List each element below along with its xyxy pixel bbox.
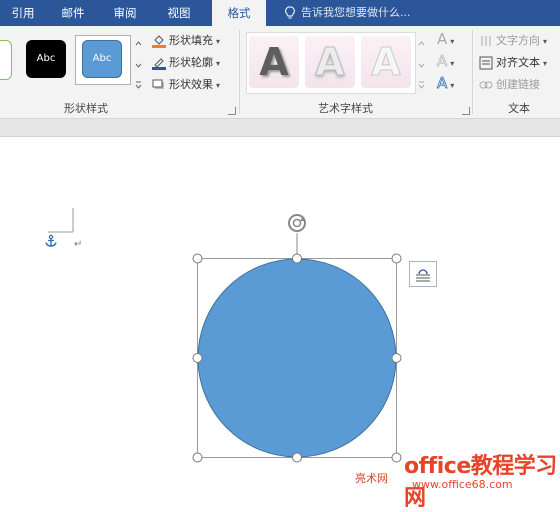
shape-effects-icon	[152, 79, 164, 89]
ribbon-bottom-strip	[0, 119, 560, 137]
group-label-text: 文本	[508, 102, 530, 115]
shape-effects-button[interactable]: 形状效果 ▾	[152, 76, 220, 94]
chevron-down-icon: ▾	[216, 59, 221, 68]
tab-format[interactable]: 格式	[212, 0, 266, 26]
dialog-launcher-icon[interactable]	[462, 107, 470, 115]
circle-shape[interactable]	[190, 251, 406, 467]
text-effects-icon: A	[437, 74, 448, 93]
paragraph-mark-icon: ↵	[74, 239, 83, 250]
text-fill-button[interactable]: A ▾	[437, 30, 465, 50]
wordart-style-3[interactable]: A	[361, 36, 411, 88]
tell-me-text: 告诉我您想要做什么...	[301, 6, 411, 19]
tab-view[interactable]: 视图	[162, 0, 196, 26]
style-tile-text: Abc	[36, 53, 56, 64]
group-label-shape-styles: 形状样式	[64, 102, 108, 115]
resize-handle	[192, 452, 203, 463]
group-separator	[472, 30, 473, 114]
style-tile-outline[interactable]	[0, 40, 12, 80]
resize-handle	[391, 353, 402, 363]
wordart-style-1[interactable]: A	[249, 36, 299, 88]
ribbon-tab-bar: 引用 邮件 审阅 视图 格式 告诉我您想要做什么...	[0, 0, 560, 26]
chevron-down-icon: ▾	[216, 81, 221, 90]
resize-handle	[192, 253, 203, 264]
style-gallery-scroller[interactable]	[133, 36, 144, 94]
text-fill-icon: A	[437, 30, 448, 48]
style-tile-text: Abc	[92, 53, 112, 64]
tab-references[interactable]: 引用	[6, 0, 40, 26]
layout-options-button[interactable]	[409, 261, 437, 287]
shape-fill-button[interactable]: 形状填充 ▾	[152, 32, 220, 50]
lightbulb-icon	[285, 6, 295, 19]
paint-bucket-icon	[152, 35, 166, 48]
chevron-down-icon: ▾	[216, 37, 221, 46]
resize-handle	[192, 353, 203, 363]
style-tile-black[interactable]: Abc	[26, 40, 66, 78]
group-label-wordart-styles: 艺术字样式	[318, 102, 373, 115]
group-separator	[239, 30, 240, 114]
watermark-prefix: 亮术网	[355, 472, 388, 485]
tab-mailings[interactable]: 邮件	[56, 0, 90, 26]
text-direction-icon	[481, 36, 491, 46]
ribbon: Abc Abc 形状填充 ▾ 形状轮廓 ▾ 形状效果 ▾ 形状样式 A A A …	[0, 26, 560, 119]
watermark-url: www.office68.com	[412, 478, 513, 491]
pen-icon	[152, 58, 166, 70]
link-icon	[479, 81, 493, 89]
text-effects-button[interactable]: A ▾	[437, 74, 465, 94]
align-text-icon	[479, 56, 493, 70]
tab-review[interactable]: 审阅	[108, 0, 142, 26]
text-direction-button[interactable]: 文字方向 ▾	[479, 32, 547, 50]
text-outline-icon: A	[437, 52, 448, 71]
dialog-launcher-icon[interactable]	[228, 107, 236, 115]
text-outline-button[interactable]: A ▾	[437, 52, 465, 72]
resize-handle	[391, 452, 402, 463]
tell-me-box[interactable]: 告诉我您想要做什么...	[284, 0, 411, 26]
margin-corner-mark	[48, 208, 74, 233]
create-link-button[interactable]: 创建链接	[479, 76, 540, 94]
align-text-button[interactable]: 对齐文本 ▾	[479, 54, 547, 72]
style-tile-blue[interactable]: Abc	[82, 40, 122, 78]
resize-handle	[292, 253, 302, 264]
resize-handle	[292, 452, 302, 463]
resize-handle	[391, 253, 402, 264]
layout-options-icon	[416, 269, 430, 282]
wordart-gallery-scroller[interactable]	[416, 36, 427, 94]
shape-outline-button[interactable]: 形状轮廓 ▾	[152, 54, 220, 72]
wordart-style-2[interactable]: A	[305, 36, 355, 88]
anchor-icon[interactable]	[44, 234, 58, 248]
